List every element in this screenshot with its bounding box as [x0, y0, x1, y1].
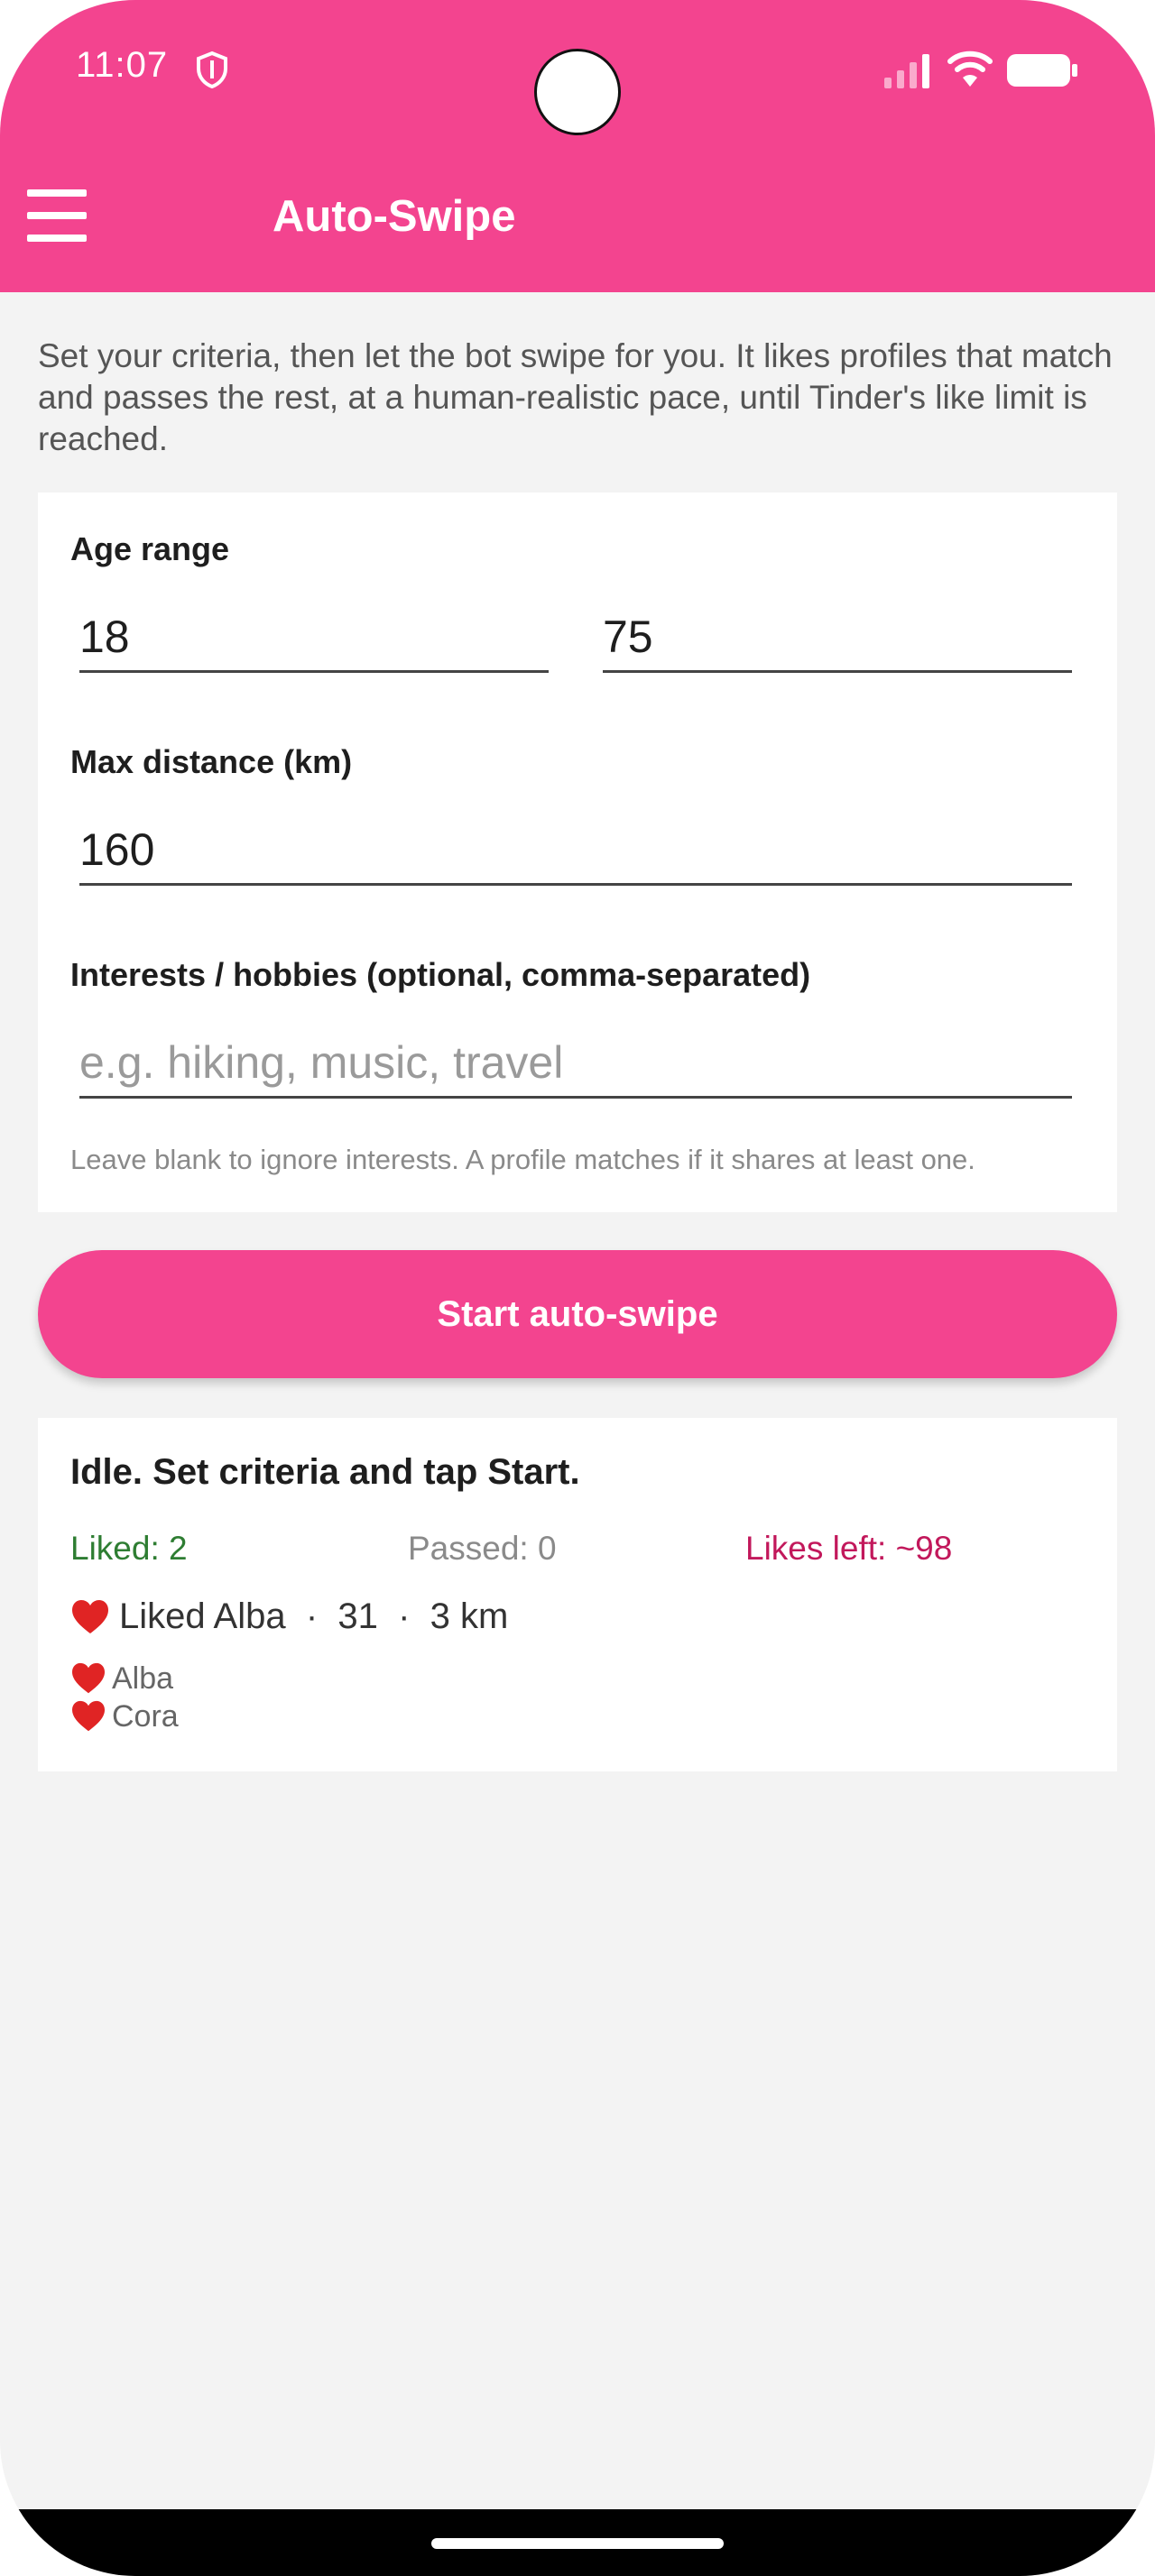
last-action: Liked Alba · 31 · 3 km [70, 1596, 508, 1637]
last-action-text: Liked Alba · 31 · 3 km [119, 1596, 509, 1636]
wifi-icon [947, 51, 993, 87]
status-time: 11:07 [76, 45, 169, 85]
signal-icon [884, 54, 929, 88]
criteria-card: Age range Max distance (km) Interests / … [38, 492, 1117, 1212]
heart-icon [70, 1700, 106, 1733]
home-indicator[interactable] [431, 2538, 724, 2549]
interests-label: Interests / hobbies (optional, comma-sep… [70, 956, 811, 993]
max-distance-input[interactable] [79, 823, 1072, 886]
max-distance-label: Max distance (km) [70, 743, 353, 780]
interests-input[interactable] [79, 1035, 1072, 1099]
start-auto-swipe-button[interactable]: Start auto-swipe [38, 1250, 1117, 1378]
app-bar: 11:07 Auto-Swipe [0, 0, 1155, 292]
liked-profiles-list: Alba Cora [70, 1660, 179, 1735]
interests-hint: Leave blank to ignore interests. A profi… [70, 1144, 975, 1175]
phone-screen: 11:07 Auto-Swipe Set your criteria, then… [0, 0, 1155, 2576]
camera-cutout [534, 49, 621, 135]
liked-profile-name: Alba [112, 1661, 174, 1696]
intro-text: Set your criteria, then let the bot swip… [38, 337, 1113, 457]
age-min-input[interactable] [79, 610, 549, 673]
liked-profile-name: Cora [112, 1698, 179, 1734]
list-item: Alba [70, 1660, 179, 1697]
page-title: Auto-Swipe [273, 192, 516, 241]
heart-icon [70, 1662, 106, 1695]
hamburger-menu-icon[interactable] [25, 186, 88, 245]
age-max-input[interactable] [603, 610, 1072, 673]
list-item: Cora [70, 1697, 179, 1735]
battery-icon [1007, 54, 1077, 87]
passed-count: Passed: 0 [408, 1530, 557, 1567]
shield-icon [197, 51, 227, 88]
likes-left-count: Likes left: ~98 [745, 1530, 953, 1567]
liked-count: Liked: 2 [70, 1530, 188, 1567]
status-message: Idle. Set criteria and tap Start. [70, 1452, 580, 1492]
age-range-label: Age range [70, 530, 230, 567]
status-card: Idle. Set criteria and tap Start. Liked:… [38, 1418, 1117, 1771]
heart-icon [70, 1599, 110, 1635]
